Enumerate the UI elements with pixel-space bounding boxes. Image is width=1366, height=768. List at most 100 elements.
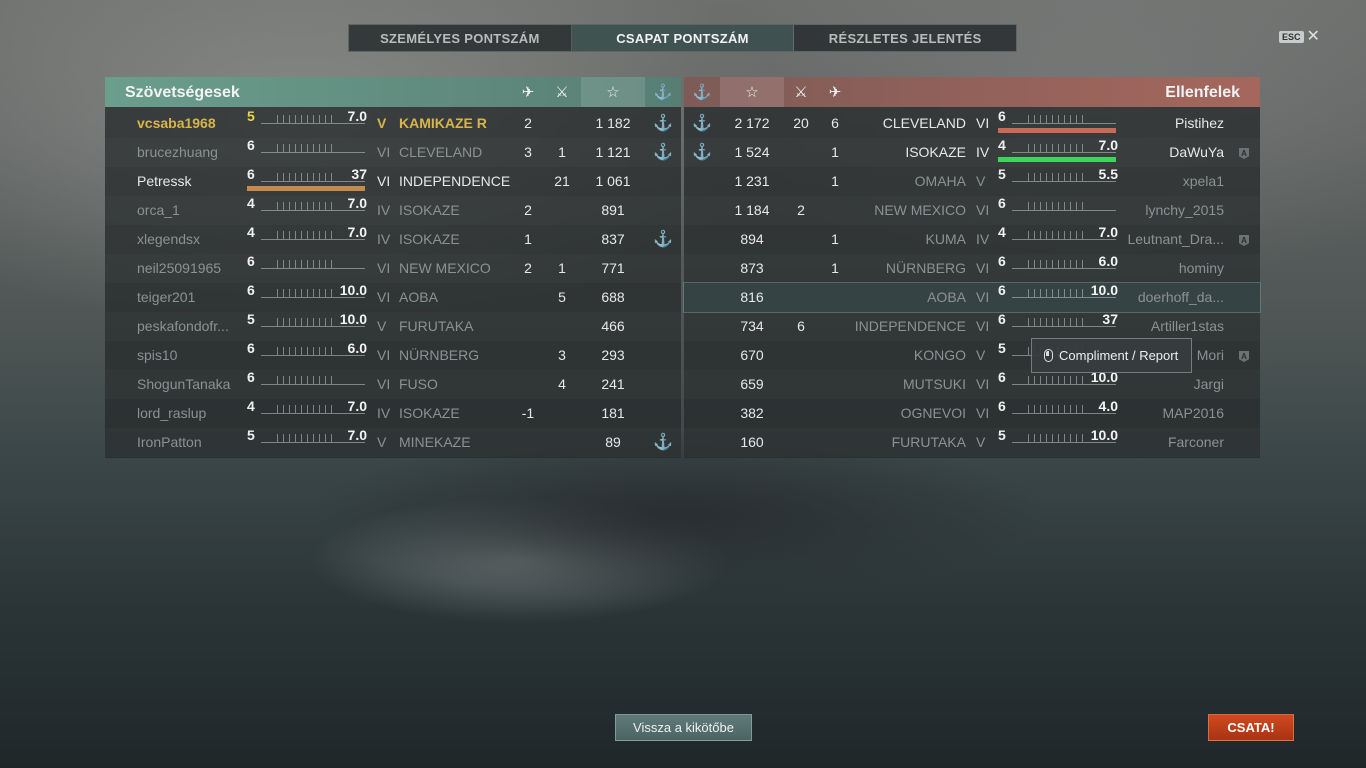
ally-row[interactable]: teiger201 6 10.0 VI AOBA 5 688 bbox=[105, 282, 681, 312]
enemy-row[interactable]: 160 FURUTAKA V 5 10.0 Farconer bbox=[684, 427, 1260, 457]
ship-silhouette: 4 7.0 bbox=[998, 137, 1118, 167]
ally-row[interactable]: brucezhuang 6 VI CLEVELAND 3 1 1 121 ⚓ bbox=[105, 137, 681, 167]
ship-hp-value: 10.0 bbox=[1090, 427, 1118, 443]
battle-button[interactable]: CSATA! bbox=[1208, 714, 1294, 741]
ship-name: ISOKAZE bbox=[399, 231, 460, 247]
ally-row[interactable]: neil25091965 6 VI NEW MEXICO 2 1 771 bbox=[105, 253, 681, 283]
player-name: Pistihez bbox=[1174, 115, 1224, 131]
ship-tier: VI bbox=[976, 405, 990, 421]
kills: 21 bbox=[554, 173, 570, 189]
kills: 1 bbox=[558, 260, 566, 276]
ship-tier: V bbox=[976, 434, 986, 450]
ally-row[interactable]: IronPatton 5 7.0 V MINEKAZE 89 ⚓ bbox=[105, 427, 681, 457]
ship-name: KONGO bbox=[913, 347, 966, 363]
ally-row[interactable]: Petressk 6 37 VI INDEPENDENCE 21 1 061 bbox=[105, 166, 681, 196]
ship-tier: IV bbox=[976, 144, 990, 160]
planes-destroyed: 6 bbox=[831, 115, 839, 131]
allies-panel: Szövetségesek ✈ ⚔ ☆ ⚓ vcsaba1968 5 7.0 V KAM… bbox=[105, 77, 681, 458]
ship-name: OMAHA bbox=[914, 173, 966, 189]
score: 734 bbox=[740, 318, 764, 334]
planes-destroyed: 2 bbox=[524, 202, 532, 218]
ally-row[interactable]: peskafondofr... 5 10.0 V FURUTAKA 466 bbox=[105, 311, 681, 341]
ship-superstructure bbox=[277, 347, 337, 355]
planes-destroyed: -1 bbox=[521, 405, 535, 421]
ship-hp-value: 10.0 bbox=[1090, 282, 1118, 298]
ship-superstructure bbox=[277, 115, 337, 123]
player-name: Jargi bbox=[1193, 376, 1224, 392]
score: 293 bbox=[601, 347, 625, 363]
enemy-row[interactable]: 1 184 2 NEW MEXICO VI 6 lynchy_2015 bbox=[684, 195, 1260, 225]
back-to-port-button[interactable]: Vissza a kikötőbe bbox=[615, 714, 752, 741]
enemy-row[interactable]: 382 OGNEVOI VI 6 4.0 MAP2016 bbox=[684, 398, 1260, 428]
planes-destroyed: 1 bbox=[831, 173, 839, 189]
ship-tier: IV bbox=[377, 202, 391, 218]
enemy-row[interactable]: ⚓ 2 172 20 6 CLEVELAND VI 6 Pistihez bbox=[684, 108, 1260, 138]
ship-tier-number: 6 bbox=[998, 253, 1006, 269]
ship-tier-number: 6 bbox=[998, 369, 1006, 385]
enemy-row[interactable]: 816 AOBA VI 6 10.0 doerhoff_da... bbox=[683, 282, 1261, 313]
ship-superstructure bbox=[277, 173, 337, 181]
player-name: hominy bbox=[1178, 260, 1224, 276]
kills: 3 bbox=[558, 347, 566, 363]
ship-superstructure bbox=[277, 144, 337, 152]
player-name: Mori bbox=[1196, 347, 1224, 363]
planes-destroyed: 1 bbox=[524, 231, 532, 247]
planes-destroyed bbox=[511, 167, 545, 196]
ally-row[interactable]: spis10 6 6.0 VI NÜRNBERG 3 293 bbox=[105, 340, 681, 370]
ship-tier-number: 4 bbox=[998, 137, 1006, 153]
planes-destroyed: 2 bbox=[524, 260, 532, 276]
ship-hull bbox=[1012, 123, 1116, 124]
enemy-row[interactable]: ⚓ 1 524 1 ISOKAZE IV 4 7.0 DaWuYa A bbox=[684, 137, 1260, 167]
tab-personal-score[interactable]: SZEMÉLYES PONTSZÁM bbox=[349, 25, 572, 51]
ally-row[interactable]: vcsaba1968 5 7.0 V KAMIKAZE R21 182 ⚓ bbox=[105, 108, 681, 138]
tab-detailed-report[interactable]: RÉSZLETES JELENTÉS bbox=[794, 25, 1016, 51]
player-name: teiger201 bbox=[137, 289, 196, 305]
score-tabs: SZEMÉLYES PONTSZÁM CSAPAT PONTSZÁM RÉSZL… bbox=[348, 24, 1017, 52]
ship-hp-value: 37 bbox=[1102, 311, 1118, 327]
kills bbox=[545, 399, 579, 428]
ship-silhouette: 6 6.0 bbox=[247, 340, 367, 370]
esc-close-button[interactable]: ESC ✕ bbox=[1279, 29, 1320, 45]
player-name: Leutnant_Dra... bbox=[1127, 231, 1224, 247]
ally-row[interactable]: ShogunTanaka 6 VI FUSO 4 241 bbox=[105, 369, 681, 399]
score: 771 bbox=[601, 260, 625, 276]
kills bbox=[784, 225, 818, 254]
ship-tier-number: 6 bbox=[998, 398, 1006, 414]
ship-tier-number: 6 bbox=[247, 137, 255, 153]
ally-row[interactable]: orca_1 4 7.0 IV ISOKAZE 2 891 bbox=[105, 195, 681, 225]
kills: 20 bbox=[793, 115, 809, 131]
score: 688 bbox=[601, 289, 625, 305]
ship-name: MINEKAZE bbox=[399, 434, 471, 450]
ship-silhouette: 4 7.0 bbox=[998, 224, 1118, 254]
ship-silhouette: 6 bbox=[998, 195, 1118, 225]
ship-tier-number: 6 bbox=[247, 282, 255, 298]
enemy-row[interactable]: 734 6 INDEPENDENCE VI 6 37 Artiller1stas bbox=[684, 311, 1260, 341]
enemy-row[interactable]: 1 231 1 OMAHA V 5 5.5 xpela1 bbox=[684, 166, 1260, 196]
ship-health-bar bbox=[247, 186, 365, 191]
enemy-row[interactable]: 659 MUTSUKI VI 6 10.0 Jargi bbox=[684, 369, 1260, 399]
enemies-header: ⚓ ☆ ⚔ ✈ Ellenfelek bbox=[684, 77, 1260, 107]
crossed-swords-icon: ⚔ bbox=[555, 84, 569, 101]
ally-row[interactable]: xlegendsx 4 7.0 IV ISOKAZE 1 837 ⚓ bbox=[105, 224, 681, 254]
ship-tier: VI bbox=[377, 376, 391, 392]
ship-tier-number: 4 bbox=[247, 195, 255, 211]
enemy-row[interactable]: 894 1 KUMA IV 4 7.0 Leutnant_Dra... A bbox=[684, 224, 1260, 254]
score: 1 061 bbox=[595, 173, 631, 189]
ship-name: ISOKAZE bbox=[905, 144, 966, 160]
plane-icon: ✈ bbox=[828, 84, 842, 101]
compliment-report-tooltip[interactable]: Compliment / Report bbox=[1031, 338, 1192, 373]
enemy-row[interactable]: 873 1 NÜRNBERG VI 6 6.0 hominy bbox=[684, 253, 1260, 283]
ship-tier-number: 4 bbox=[998, 224, 1006, 240]
ship-superstructure bbox=[1028, 434, 1088, 442]
ship-name: KUMA bbox=[925, 231, 966, 247]
kills bbox=[784, 254, 818, 283]
anchor-icon: ⚓ bbox=[692, 84, 712, 101]
kills: 1 bbox=[558, 144, 566, 160]
score: 670 bbox=[740, 347, 764, 363]
ally-row[interactable]: lord_raslup 4 7.0 IV ISOKAZE -1 181 bbox=[105, 398, 681, 428]
kills bbox=[545, 312, 579, 341]
ship-silhouette: 6 10.0 bbox=[998, 282, 1118, 312]
ship-name: FURUTAKA bbox=[399, 318, 474, 334]
tab-team-score[interactable]: CSAPAT PONTSZÁM bbox=[571, 25, 795, 51]
ship-tier-number: 6 bbox=[247, 340, 255, 356]
